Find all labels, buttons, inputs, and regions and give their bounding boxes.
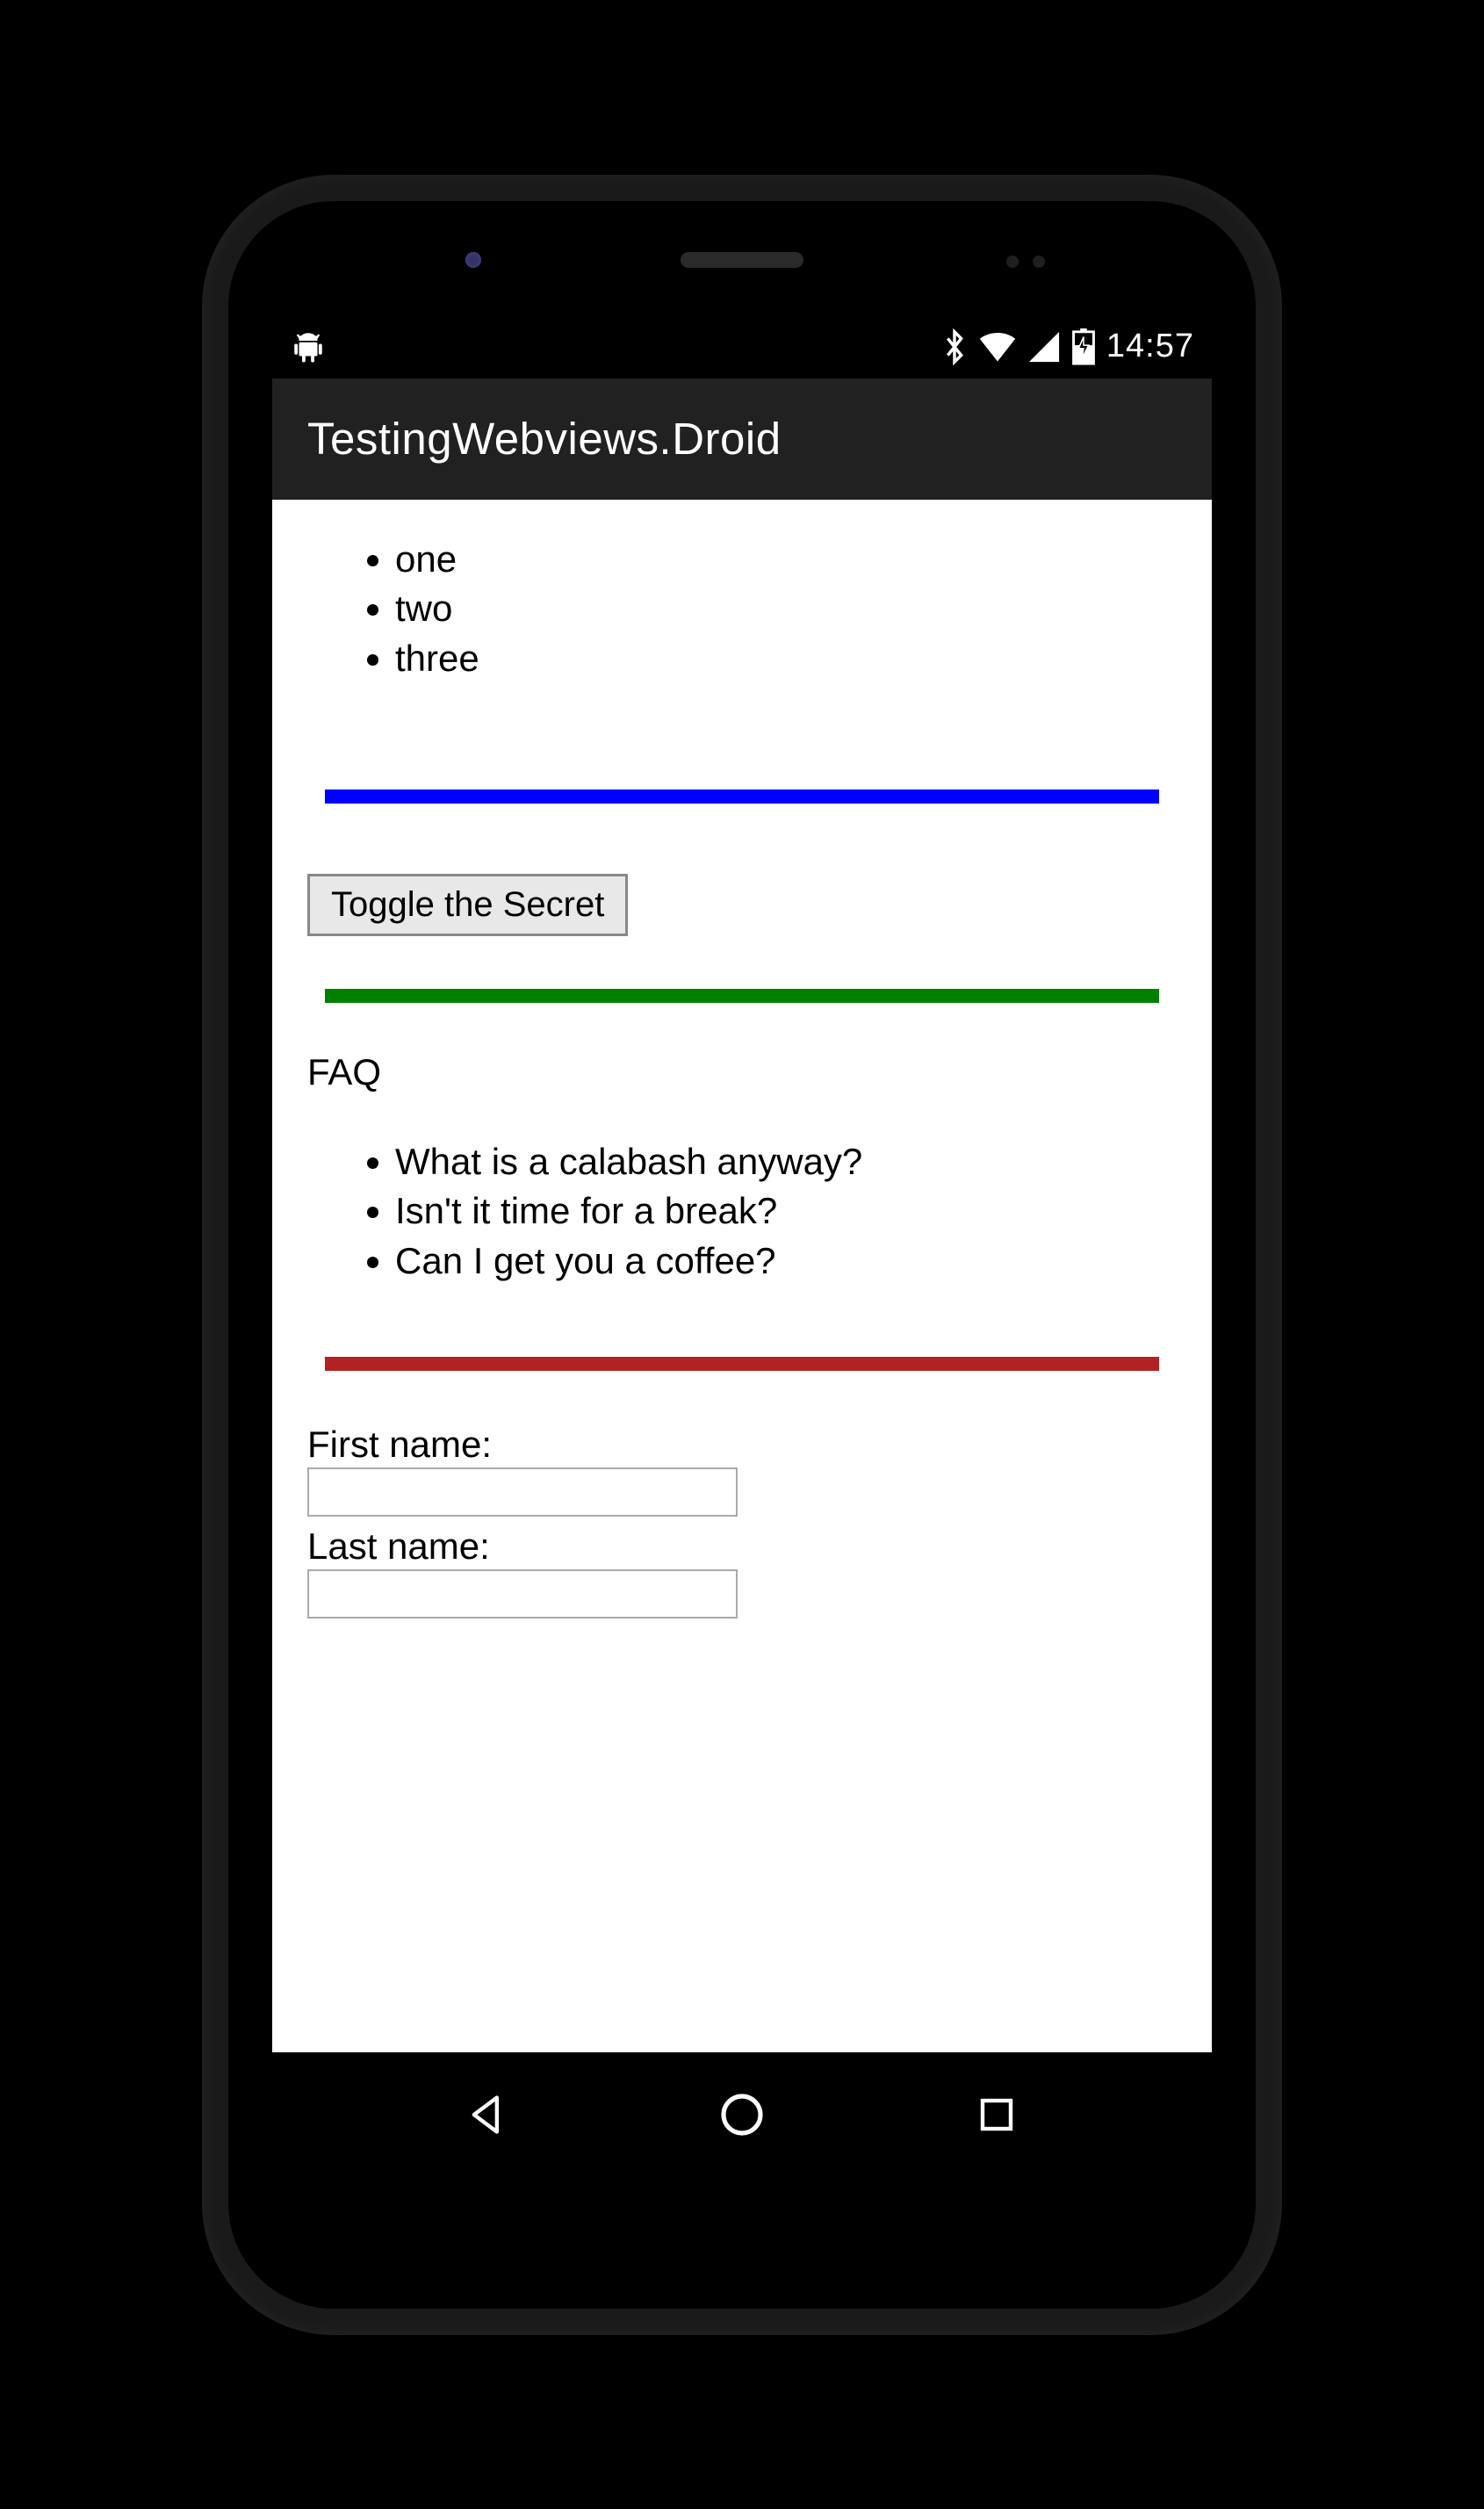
cellular-signal-icon (1027, 330, 1061, 364)
number-list: one two three (307, 535, 1177, 684)
camera-dot (465, 252, 481, 268)
faq-item: Isn't it time for a break? (395, 1186, 1177, 1236)
faq-list: What is a calabash anyway? Isn't it time… (307, 1137, 1177, 1287)
status-bar: 14:57 (272, 315, 1212, 379)
back-button[interactable] (461, 2088, 514, 2141)
first-name-label: First name: (307, 1424, 1177, 1466)
phone-speaker (681, 252, 803, 268)
divider-red (325, 1357, 1159, 1371)
android-debug-icon (290, 328, 327, 365)
navigation-bar (272, 2052, 1212, 2177)
last-name-input[interactable] (307, 1569, 738, 1619)
last-name-label: Last name: (307, 1525, 1177, 1568)
app-title: TestingWebviews.Droid (307, 413, 782, 465)
divider-blue (325, 789, 1159, 804)
bluetooth-icon (941, 328, 968, 365)
status-left (290, 328, 941, 365)
name-form: First name: Last name: (307, 1424, 1177, 1619)
status-right: 14:57 (941, 328, 1194, 365)
list-item: three (395, 634, 1177, 684)
phone-screen: 14:57 TestingWebviews.Droid one two thre… (272, 315, 1212, 2177)
phone-inner-frame: 14:57 TestingWebviews.Droid one two thre… (228, 201, 1256, 2309)
proximity-sensor-2 (1033, 256, 1045, 268)
wifi-icon (978, 330, 1017, 364)
first-name-input[interactable] (307, 1467, 738, 1517)
recent-apps-button[interactable] (970, 2088, 1023, 2141)
list-item: two (395, 584, 1177, 634)
phone-device-frame: 14:57 TestingWebviews.Droid one two thre… (202, 175, 1282, 2335)
divider-green (325, 989, 1159, 1003)
webview-content: one two three Toggle the Secret FAQ What… (272, 500, 1212, 2052)
battery-charging-icon (1071, 328, 1096, 365)
home-button[interactable] (716, 2088, 768, 2141)
app-bar: TestingWebviews.Droid (272, 379, 1212, 500)
faq-item: Can I get you a coffee? (395, 1236, 1177, 1287)
toggle-secret-button[interactable]: Toggle the Secret (307, 874, 628, 936)
status-time: 14:57 (1106, 328, 1194, 365)
faq-heading: FAQ (307, 1051, 1177, 1093)
faq-item: What is a calabash anyway? (395, 1137, 1177, 1187)
proximity-sensor (1006, 256, 1019, 268)
list-item: one (395, 535, 1177, 585)
